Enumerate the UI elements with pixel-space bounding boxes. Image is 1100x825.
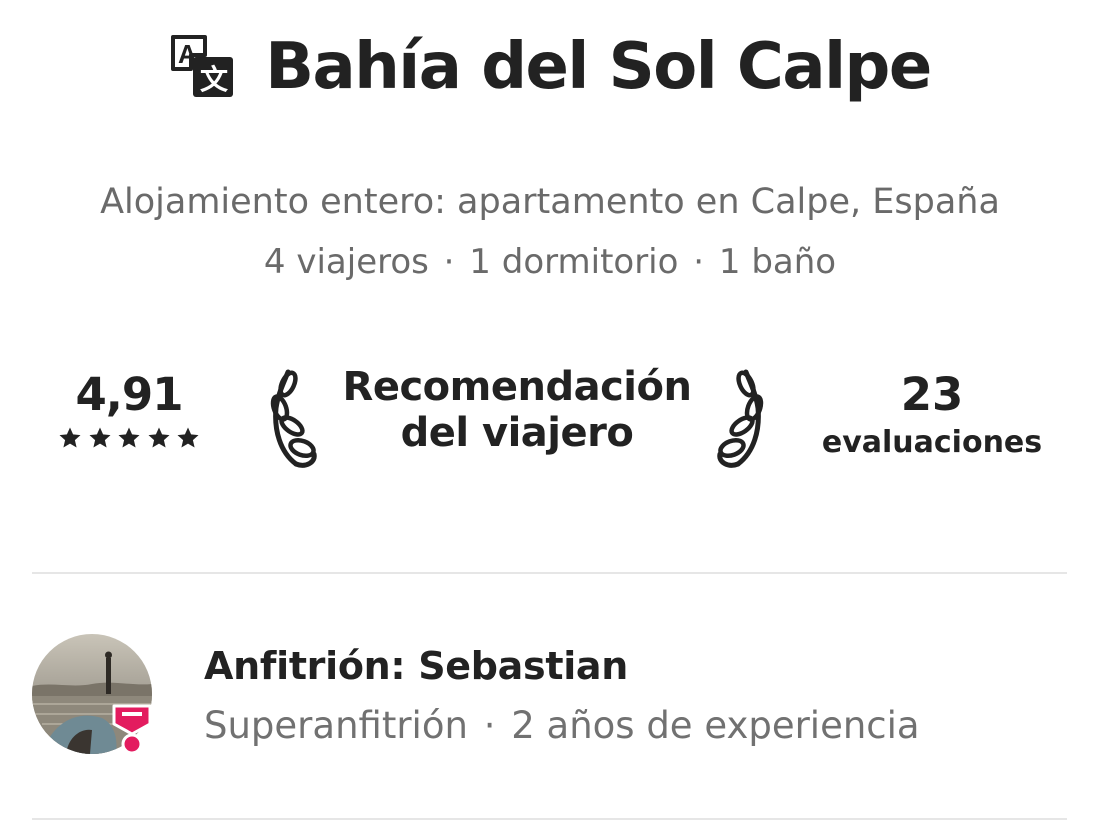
host-status: Superanfitrión	[204, 704, 468, 747]
laurel-left-icon	[270, 369, 317, 468]
listing-title: Bahía del Sol Calpe	[265, 30, 932, 104]
reviews-block[interactable]: 23 evaluaciones	[816, 368, 1048, 462]
host-name: Anfitrión: Sebastian	[204, 644, 629, 688]
listing-type-location: Alojamiento entero: apartamento en Calpe…	[100, 182, 1000, 222]
host-meta: Superanfitrión · 2 años de experiencia	[204, 704, 920, 747]
section-divider	[32, 818, 1067, 820]
rating-value: 4,91	[75, 368, 183, 421]
separator-dot: ·	[693, 242, 705, 282]
host-avatar-wrap[interactable]	[32, 634, 156, 758]
listing-summary: Alojamiento entero: apartamento en Calpe…	[0, 172, 1100, 292]
guest-favorite-award[interactable]: Recomendación del viajero	[320, 364, 714, 456]
translate-icon[interactable]: A 文	[169, 33, 237, 101]
award-line-1: Recomendación	[342, 364, 692, 410]
section-divider	[32, 572, 1067, 574]
star-rating	[56, 426, 202, 450]
baths-count: 1 baño	[718, 242, 837, 282]
separator-dot: ·	[443, 242, 455, 282]
reviews-count: 23	[900, 368, 964, 421]
award-line-2: del viajero	[400, 410, 634, 456]
listing-capacity: 4 viajeros · 1 dormitorio · 1 baño	[0, 232, 1100, 292]
superhost-badge-icon	[112, 704, 152, 755]
listing-header: A 文 Bahía del Sol Calpe	[0, 22, 1100, 112]
reviews-label: evaluaciones	[821, 425, 1043, 460]
guests-count: 4 viajeros	[263, 242, 429, 282]
listing-stats: 4,91 Recomendación del viajero 23 evalua…	[0, 362, 1100, 472]
separator-dot: ·	[483, 704, 496, 747]
star-icon	[148, 427, 169, 448]
star-icon	[118, 427, 140, 448]
rating-block[interactable]: 4,91	[56, 368, 202, 450]
laurel-right-icon	[717, 369, 764, 468]
star-icon	[89, 427, 110, 448]
svg-text:文: 文	[200, 63, 228, 95]
host-section[interactable]: Anfitrión: Sebastian Superanfitrión · 2 …	[32, 634, 1067, 758]
host-experience: 2 años de experiencia	[511, 704, 920, 747]
star-icon	[177, 427, 199, 448]
bedrooms-count: 1 dormitorio	[469, 242, 679, 282]
star-icon	[59, 427, 81, 448]
